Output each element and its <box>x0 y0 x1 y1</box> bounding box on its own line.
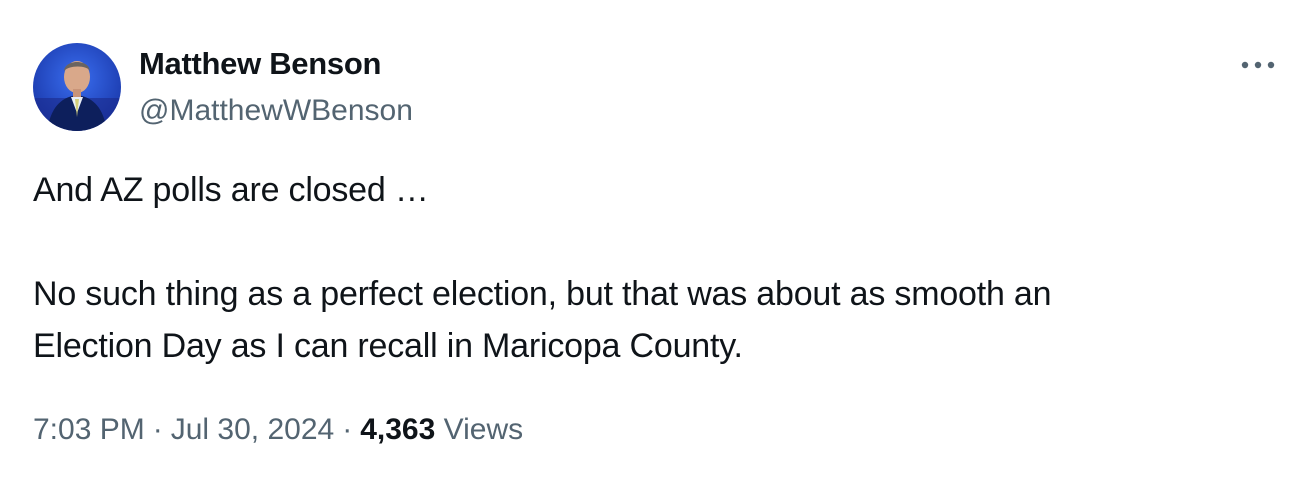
meta-separator: · <box>152 413 163 446</box>
tweet-text: And AZ polls are closed … No such thing … <box>33 164 1283 372</box>
tweet-line: Election Day as I can recall in Maricopa… <box>33 327 743 365</box>
views-label: Views <box>443 413 524 446</box>
tweet-date[interactable]: Jul 30, 2024 <box>171 413 334 446</box>
tweet-line: No such thing as a perfect election, but… <box>33 275 1052 313</box>
meta-separator: · <box>342 413 353 446</box>
tweet-meta: 7:03 PM · Jul 30, 2024 · 4,363 Views <box>33 408 523 452</box>
tweet-time[interactable]: 7:03 PM <box>33 413 145 446</box>
ellipsis-icon <box>1241 61 1275 69</box>
profile-photo-icon <box>33 43 121 131</box>
author-handle[interactable]: @MatthewWBenson <box>139 91 413 131</box>
views-count: 4,363 <box>360 413 436 446</box>
more-options-button[interactable] <box>1238 52 1278 78</box>
author-name[interactable]: Matthew Benson <box>139 44 381 84</box>
tweet-line: And AZ polls are closed … <box>33 171 429 209</box>
avatar[interactable] <box>33 43 121 131</box>
